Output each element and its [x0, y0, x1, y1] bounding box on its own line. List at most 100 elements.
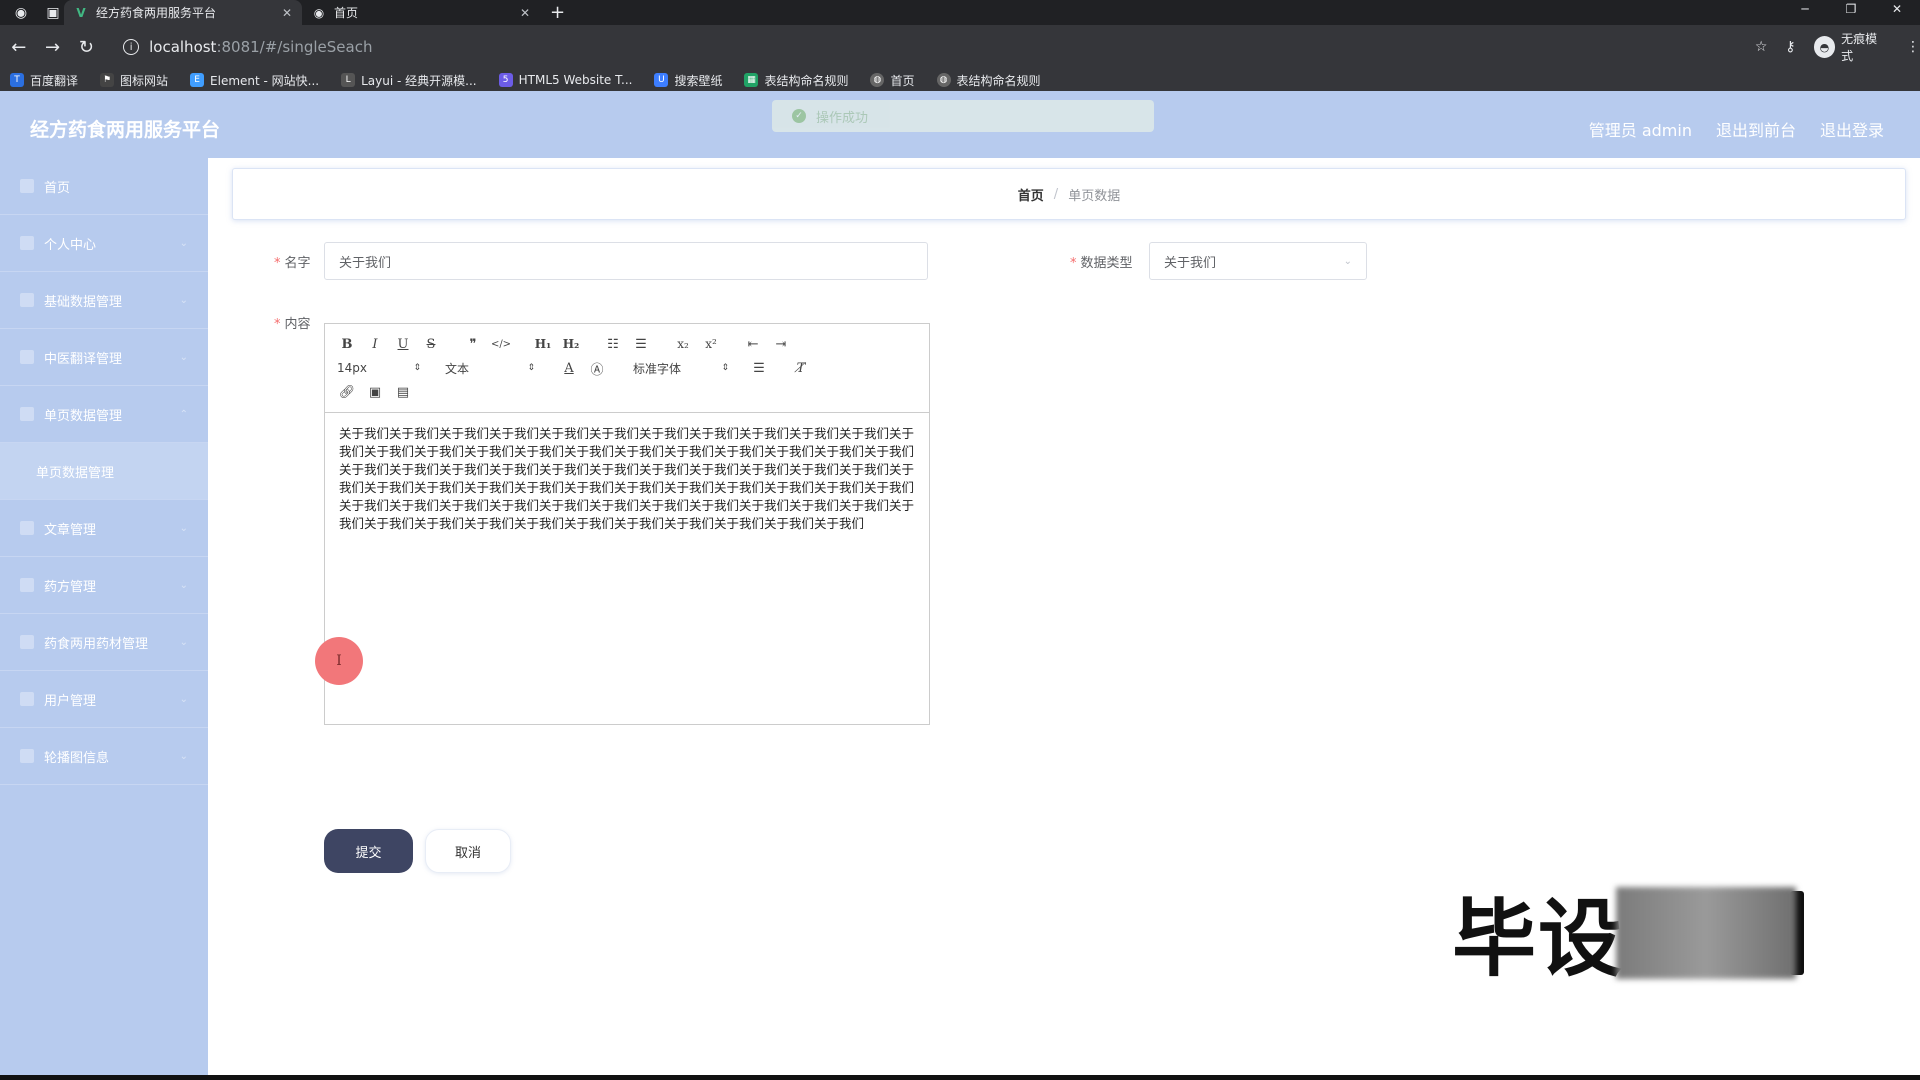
- restore-icon[interactable]: ❐: [1828, 0, 1874, 18]
- heading2-icon[interactable]: H₂: [561, 334, 581, 354]
- header-links: 管理员 admin 退出到前台 退出登录: [1589, 117, 1884, 141]
- font-color-icon[interactable]: A: [559, 358, 579, 378]
- image-icon[interactable]: ▣: [365, 382, 385, 402]
- browser-tab-active[interactable]: V 经方药食两用服务平台 ✕: [64, 0, 302, 25]
- italic-icon[interactable]: I: [365, 334, 385, 354]
- breadcrumb: 首页 / 单页数据: [232, 168, 1906, 220]
- doc-icon: ▦: [744, 73, 759, 87]
- new-tab-icon[interactable]: +: [550, 2, 565, 23]
- url-input[interactable]: i localhost:8081/#/singleSeach: [111, 31, 1743, 63]
- sidebar-item-tcm-translation[interactable]: 中医翻译管理 ⌄: [0, 329, 208, 386]
- globe-icon: [20, 350, 34, 364]
- indent-icon[interactable]: ⇥: [771, 334, 791, 354]
- bookmark-label: 表结构命名规则: [956, 73, 1041, 88]
- heading1-icon[interactable]: H₁: [533, 334, 553, 354]
- sidebar-item-herbs[interactable]: 药食两用药材管理 ⌄: [0, 614, 208, 671]
- underline-icon[interactable]: U: [393, 334, 413, 354]
- strike-icon[interactable]: S: [421, 334, 441, 354]
- superscript-icon[interactable]: x²: [701, 334, 721, 354]
- code-icon[interactable]: </>: [491, 334, 511, 354]
- address-bar: ← → ↻ i localhost:8081/#/singleSeach ☆ ⚷…: [0, 25, 1920, 69]
- font-family-select[interactable]: 标准字体 ⇕: [633, 360, 729, 377]
- video-icon[interactable]: ▤: [393, 382, 413, 402]
- align-icon[interactable]: ☰: [749, 358, 769, 378]
- bookmark-label: Layui - 经典开源模...: [361, 73, 477, 88]
- bookmark-item[interactable]: ◍ 表结构命名规则: [936, 72, 1041, 89]
- bookmark-item[interactable]: ⚑ 图标网站: [100, 72, 168, 89]
- toast-text: 操作成功: [816, 110, 869, 126]
- bullet-list-icon[interactable]: ☰: [631, 334, 651, 354]
- sidebar-item-home[interactable]: 首页: [0, 158, 208, 215]
- incognito-indicator[interactable]: ◓ 无痕模式: [1813, 30, 1888, 64]
- bookmark-item[interactable]: 5 HTML5 Website T...: [498, 73, 632, 87]
- sidebar-item-label: 药食两用药材管理: [44, 636, 149, 652]
- submit-button[interactable]: 提交: [324, 829, 413, 873]
- breadcrumb-home[interactable]: 首页: [1018, 185, 1044, 204]
- outdent-icon[interactable]: ⇤: [743, 334, 763, 354]
- globe-icon: ◍: [870, 73, 885, 87]
- font-size-select[interactable]: 14px ⇕: [337, 361, 421, 375]
- tab-search-icon[interactable]: ▣: [42, 2, 64, 24]
- sidebar-item-prescriptions[interactable]: 药方管理 ⌄: [0, 557, 208, 614]
- close-icon[interactable]: ✕: [282, 6, 292, 20]
- back-to-front-link[interactable]: 退出到前台: [1716, 117, 1796, 141]
- bookmark-item[interactable]: L Layui - 经典开源模...: [341, 72, 477, 89]
- reload-icon[interactable]: ↻: [71, 37, 101, 58]
- bookmark-item[interactable]: E Element - 网站快...: [190, 72, 319, 89]
- more-icon[interactable]: ⋮: [1906, 39, 1920, 55]
- clear-format-icon[interactable]: T̸: [791, 358, 811, 378]
- chevron-down-icon: ⌄: [179, 237, 188, 249]
- sidebar-item-single-page[interactable]: 单页数据管理 ⌃: [0, 386, 208, 443]
- updown-icon: ⇕: [527, 363, 535, 373]
- bookmark-item[interactable]: U 搜索壁纸: [654, 72, 722, 89]
- chevron-down-icon: ⌄: [179, 750, 188, 762]
- browser-menu-icon[interactable]: ◉: [10, 2, 32, 24]
- sidebar-item-carousel[interactable]: 轮播图信息 ⌄: [0, 728, 208, 785]
- bookmark-item[interactable]: ◍ 首页: [870, 72, 915, 89]
- star-icon[interactable]: ☆: [1755, 39, 1768, 55]
- breadcrumb-current: 单页数据: [1068, 188, 1121, 204]
- blockquote-icon[interactable]: ❞: [463, 334, 483, 354]
- type-select[interactable]: 关于我们 ⌄: [1149, 242, 1367, 280]
- close-icon[interactable]: ✕: [520, 6, 530, 20]
- ordered-list-icon[interactable]: ☷: [603, 334, 623, 354]
- browser-tab[interactable]: ◉ 首页 ✕: [302, 0, 540, 25]
- bookmark-label: 表结构命名规则: [764, 73, 849, 88]
- bold-icon[interactable]: B: [337, 334, 357, 354]
- link-icon[interactable]: 🔗︎: [337, 382, 357, 402]
- check-circle-icon: ✓: [792, 109, 806, 123]
- forward-icon[interactable]: →: [38, 37, 68, 58]
- flag-icon: ⚑: [100, 73, 115, 87]
- app-title: 经方药食两用服务平台: [30, 119, 221, 141]
- back-icon[interactable]: ←: [4, 37, 34, 58]
- sidebar-subitem-single-page[interactable]: 单页数据管理: [0, 443, 208, 500]
- subscript-icon[interactable]: x₂: [673, 334, 693, 354]
- chevron-up-icon: ⌃: [179, 408, 188, 420]
- header-select[interactable]: 文本 ⇕: [445, 360, 535, 377]
- sidebar: 首页 个人中心 ⌄ 基础数据管理 ⌄ 中医翻译管理 ⌄ 单页数据管理 ⌃ 单页数据管理 …: [0, 158, 208, 1080]
- home-icon: [20, 179, 34, 193]
- sidebar-item-profile[interactable]: 个人中心 ⌄: [0, 215, 208, 272]
- sidebar-item-label: 个人中心: [44, 237, 97, 253]
- chevron-down-icon: ⌄: [179, 693, 188, 705]
- name-input[interactable]: 关于我们: [324, 242, 928, 280]
- tab-title: 首页: [334, 6, 359, 20]
- key-icon[interactable]: ⚷: [1785, 39, 1795, 55]
- globe-icon: ◉: [313, 5, 325, 20]
- bookmark-item[interactable]: T 百度翻译: [10, 72, 78, 89]
- url-path: :8081/#/singleSeach: [216, 38, 373, 56]
- bookmark-item[interactable]: ▦ 表结构命名规则: [744, 72, 848, 89]
- sidebar-item-base-data[interactable]: 基础数据管理 ⌄: [0, 272, 208, 329]
- logout-link[interactable]: 退出登录: [1820, 117, 1884, 141]
- close-window-icon[interactable]: ✕: [1874, 0, 1920, 18]
- cancel-button[interactable]: 取消: [425, 829, 511, 873]
- sidebar-item-users[interactable]: 用户管理 ⌄: [0, 671, 208, 728]
- admin-user-label: 管理员 admin: [1588, 121, 1692, 140]
- editor-content[interactable]: 关于我们关于我们关于我们关于我们关于我们关于我们关于我们关于我们关于我们关于我们…: [325, 413, 929, 545]
- bottom-strip: [0, 1075, 1920, 1080]
- minimize-icon[interactable]: ─: [1782, 0, 1828, 18]
- info-icon[interactable]: i: [123, 39, 140, 55]
- watermark-blur: [1616, 886, 1797, 979]
- sidebar-item-articles[interactable]: 文章管理 ⌄: [0, 500, 208, 557]
- background-color-icon[interactable]: Ⓐ: [587, 358, 607, 378]
